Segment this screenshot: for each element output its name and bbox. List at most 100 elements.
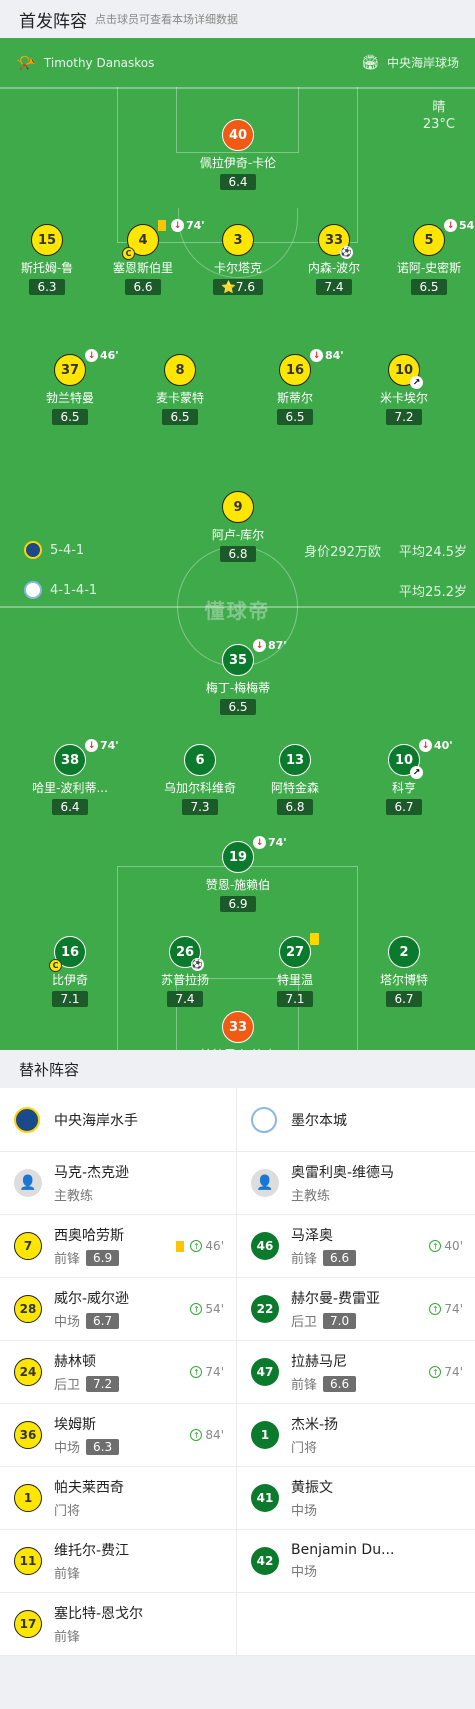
event-icon: ↗ [410,766,423,779]
player[interactable]: 35 ↓ 87' 梅丁-梅梅蒂 6.5 [183,639,293,715]
sub-out-icon: ↓ [419,739,432,752]
player[interactable]: 33帕特里克-比奇7.1 [183,1011,293,1050]
sub-position: 前锋 [54,1630,81,1645]
player-number-badge: 5 ↓54' [413,219,475,256]
sub-player-meta: 前锋 [54,1626,143,1645]
player[interactable]: 4 ↓ 74' C 塞恩斯伯里 6.6 [88,219,205,295]
subs-grid: 中央海岸水手 墨尔本城 👤 马克-杰克逊 主教练 👤 奥雷利奥-维德马 主教练 7西… [0,1088,475,1656]
player[interactable]: 2 塔尔博特 6.7 [349,936,459,1007]
player-number-badge: 4 ↓ 74' C [122,219,205,260]
player[interactable]: 3 卡尔塔克 ⭐7.6 [183,224,293,295]
match-info-bar: 📯 Timothy Danaskos 🏟 中央海岸球场 [0,38,475,87]
player[interactable]: 27 特里温 7.1 [240,933,350,1007]
player-number-badge: 16 C [49,936,86,972]
player[interactable]: 9 阿卢-库尔 6.8 [183,491,293,562]
sub-player-row[interactable]: 7 西奥哈劳斯 前锋 6.9 ↑ 46' [0,1215,237,1278]
sub-player-name: 赫尔曼-费雷亚 [291,1291,381,1307]
lineup-header: 首发阵容 点击球员可查看本场详细数据 [0,0,475,38]
player-name: 米卡埃尔 [379,391,428,405]
sub-player-row[interactable]: 1 杰米-扬 门将 [237,1404,475,1467]
player[interactable]: 5 ↓54' 诺阿-史密斯 6.5 [374,219,475,295]
player-number: 26 [175,944,195,960]
sub-out-indicator: ↓ 74' [85,739,119,752]
sub-number-badge: 42 [251,1547,279,1575]
sub-in-icon: ↑ [190,1366,203,1378]
subs-title: 替补阵容 [0,1050,475,1088]
away-coach-role: 主教练 [291,1189,331,1204]
sub-minute: 46' [100,349,119,362]
player[interactable]: 8 麦卡蒙特 6.5 [125,354,235,425]
player-number: 2 [399,944,409,960]
sub-player-row[interactable]: 41 黄振文 中场 [237,1467,475,1530]
sub-player-row[interactable]: 36 埃姆斯 中场 6.3 ↑ 84' [0,1404,237,1467]
home-value: 身价292万欧 [304,545,381,560]
sub-number-badge: 47 [251,1358,279,1386]
away-team-logo-icon [251,1106,277,1133]
sub-player-row[interactable]: 24 赫林顿 后卫 7.2 ↑ 74' [0,1341,237,1404]
captain-icon: C [49,959,62,972]
stadium-name: 中央海岸球场 [386,56,459,70]
home-team-row[interactable]: 中央海岸水手 [0,1088,237,1152]
sub-rating: 6.7 [86,1312,120,1329]
sub-player-row[interactable]: 42 Benjamin Du... 中场 [237,1530,475,1593]
player-name: 诺阿-史密斯 [396,261,462,275]
player[interactable]: 38 ↓ 74' 哈里-波利蒂... 6.4 [15,739,125,815]
sub-number-badge: 28 [14,1295,42,1323]
sub-player-name: 赫林顿 [54,1354,96,1370]
player-name: 塔尔博特 [379,973,428,987]
home-team-logo-icon [24,541,42,559]
player[interactable]: 10 ↓ 40' ↗ 科亨 6.7 [349,739,459,815]
player-number: 37 [60,362,80,378]
player-rating: 6.5 [411,279,447,295]
player-number-badge: 3 [222,224,254,256]
sub-number-badge: 41 [251,1484,279,1512]
player[interactable]: 19 ↓ 74' 赞恩-施赖伯 6.9 [183,836,293,912]
player[interactable]: 6 乌加尔科维奇 7.3 [145,744,255,815]
sub-player-row[interactable]: 17 塞比特-恩戈尔 前锋 [0,1593,237,1656]
player[interactable]: 16 ↓ 84' 斯蒂尔 6.5 [240,349,350,425]
sub-player-name: 塞比特-恩戈尔 [54,1606,144,1622]
sub-player-row[interactable]: 46 马泽奥 前锋 6.6 ↑ 40' [237,1215,475,1278]
player[interactable]: 15 斯托姆-鲁 6.3 [0,224,102,295]
player-number: 16 [60,944,80,960]
sub-in-indicator: ↑ 84' [190,1428,224,1442]
player-name: 斯蒂尔 [276,391,313,405]
player-rating: 6.5 [162,409,198,425]
player-name: 阿特金森 [270,781,319,795]
player-number-badge: 40 [222,119,254,151]
player[interactable]: 40 佩拉伊奇-卡伦 6.4 [183,119,293,190]
player-number-badge: 37 ↓ 46' [54,349,119,386]
rating-value: 6.5 [419,280,439,294]
player-number: 4 [138,232,148,248]
player-rating: 6.4 [220,174,256,190]
sub-in-indicator: ↑ 74' [429,1302,463,1316]
sub-player-row[interactable]: 11 维托尔-费江 前锋 [0,1530,237,1593]
player-rating: 6.4 [52,799,88,815]
sub-player-row[interactable]: 28 威尔-威尔逊 中场 6.7 ↑ 54' [0,1278,237,1341]
player[interactable]: 16 C 比伊奇 7.1 [15,936,125,1007]
rating-value: 6.5 [285,410,305,424]
sub-position: 后卫 [291,1315,318,1330]
player-name: 特里温 [276,973,313,987]
sub-in-icon: ↑ [190,1303,203,1315]
rating-value: 6.8 [285,800,305,814]
player[interactable]: 33 ⚽ 内森-波尔 7.4 [279,224,389,295]
sub-number-badge: 7 [14,1232,42,1260]
sub-player-row[interactable]: 47 拉赫马尼 前锋 6.6 ↑ 74' [237,1341,475,1404]
player[interactable]: 26 ⚽ 苏普拉扬 7.4 [130,936,240,1007]
home-coach-role: 主教练 [54,1189,94,1204]
rating-value: 6.7 [394,800,414,814]
player[interactable]: 37 ↓ 46' 勃兰特曼 6.5 [15,349,125,425]
player[interactable]: 13 阿特金森 6.8 [240,744,350,815]
player[interactable]: 10 ↗ 米卡埃尔 7.2 [349,354,459,425]
sub-position: 后卫 [54,1378,81,1393]
away-coach-row[interactable]: 👤 奥雷利奥-维德马 主教练 [237,1152,475,1215]
yellow-card-icon [176,1240,185,1252]
sub-player-row[interactable]: 1 帕夫莱西奇 门将 [0,1467,237,1530]
sub-rating: 6.6 [323,1375,357,1392]
sub-player-name: 杰米-扬 [291,1417,339,1433]
home-coach-row[interactable]: 👤 马克-杰克逊 主教练 [0,1152,237,1215]
sub-in-minute: 54' [205,1302,224,1316]
away-team-row[interactable]: 墨尔本城 [237,1088,475,1152]
sub-player-row[interactable]: 22 赫尔曼-费雷亚 后卫 7.0 ↑ 74' [237,1278,475,1341]
